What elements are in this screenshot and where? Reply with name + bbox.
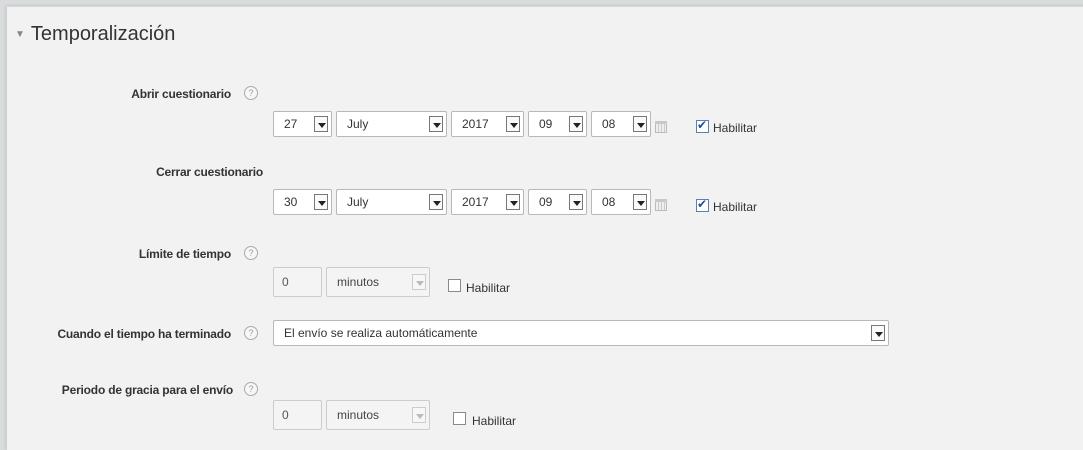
chevron-down-icon (412, 407, 426, 423)
open-quiz-label: Abrir cuestionario (131, 87, 231, 101)
section-header-timing[interactable]: ▼ Temporalización (15, 21, 175, 47)
chevron-down-icon (429, 116, 443, 132)
close-minute-select[interactable]: 08 (591, 189, 651, 215)
question-circle-icon[interactable]: ? (244, 382, 258, 396)
open-minute-select[interactable]: 08 (591, 111, 651, 137)
grace-period-enable-checkbox[interactable] (453, 412, 466, 425)
question-circle-icon[interactable]: ? (244, 86, 258, 100)
time-limit-label: Límite de tiempo (138, 247, 231, 261)
grace-period-input[interactable]: 0 (273, 400, 322, 430)
open-month-select[interactable]: July (336, 111, 447, 137)
open-enable-checkbox[interactable] (696, 118, 709, 133)
close-day-select[interactable]: 30 (273, 189, 332, 215)
question-circle-icon[interactable]: ? (244, 246, 258, 260)
chevron-down-icon (314, 194, 328, 210)
calendar-icon[interactable] (655, 199, 667, 211)
when-time-ends-select[interactable]: El envío se realiza automáticamente (273, 320, 889, 346)
grace-period-unit-select[interactable]: minutos (326, 400, 430, 430)
section-title: Temporalización (30, 22, 176, 45)
chevron-down-icon (633, 194, 647, 210)
when-time-ends-label: Cuando el tiempo ha terminado (57, 327, 231, 341)
close-month-select[interactable]: July (336, 189, 447, 215)
chevron-down-icon (569, 116, 583, 132)
caret-down-icon[interactable]: ▼ (15, 29, 25, 40)
grace-period-enable-label: Habilitar (472, 414, 517, 428)
time-limit-input[interactable]: 0 (273, 267, 322, 297)
open-hour-select[interactable]: 09 (528, 111, 587, 137)
chevron-down-icon (569, 194, 583, 210)
time-limit-enable-label: Habilitar (466, 281, 511, 295)
close-hour-select[interactable]: 09 (528, 189, 587, 215)
chevron-down-icon (314, 116, 328, 132)
time-limit-enable-checkbox[interactable] (448, 279, 461, 292)
open-year-select[interactable]: 2017 (451, 111, 524, 137)
chevron-down-icon (506, 194, 520, 210)
close-year-select[interactable]: 2017 (451, 189, 524, 215)
open-day-select[interactable]: 27 (273, 111, 332, 137)
chevron-down-icon (412, 274, 426, 290)
close-quiz-label: Cerrar cuestionario (156, 165, 263, 179)
close-enable-label: Habilitar (713, 200, 758, 214)
grace-period-label: Periodo de gracia para el envío (61, 383, 233, 397)
time-limit-unit-select[interactable]: minutos (326, 267, 430, 297)
chevron-down-icon (633, 116, 647, 132)
chevron-down-icon (429, 194, 443, 210)
open-enable-label: Habilitar (713, 121, 758, 135)
question-circle-icon[interactable]: ? (244, 326, 258, 340)
chevron-down-icon (871, 325, 885, 341)
calendar-icon[interactable] (655, 121, 667, 133)
close-enable-checkbox[interactable] (696, 197, 709, 212)
quiz-settings-panel: ▼ Temporalización Abrir cuestionario ? 2… (6, 6, 1083, 450)
chevron-down-icon (506, 116, 520, 132)
